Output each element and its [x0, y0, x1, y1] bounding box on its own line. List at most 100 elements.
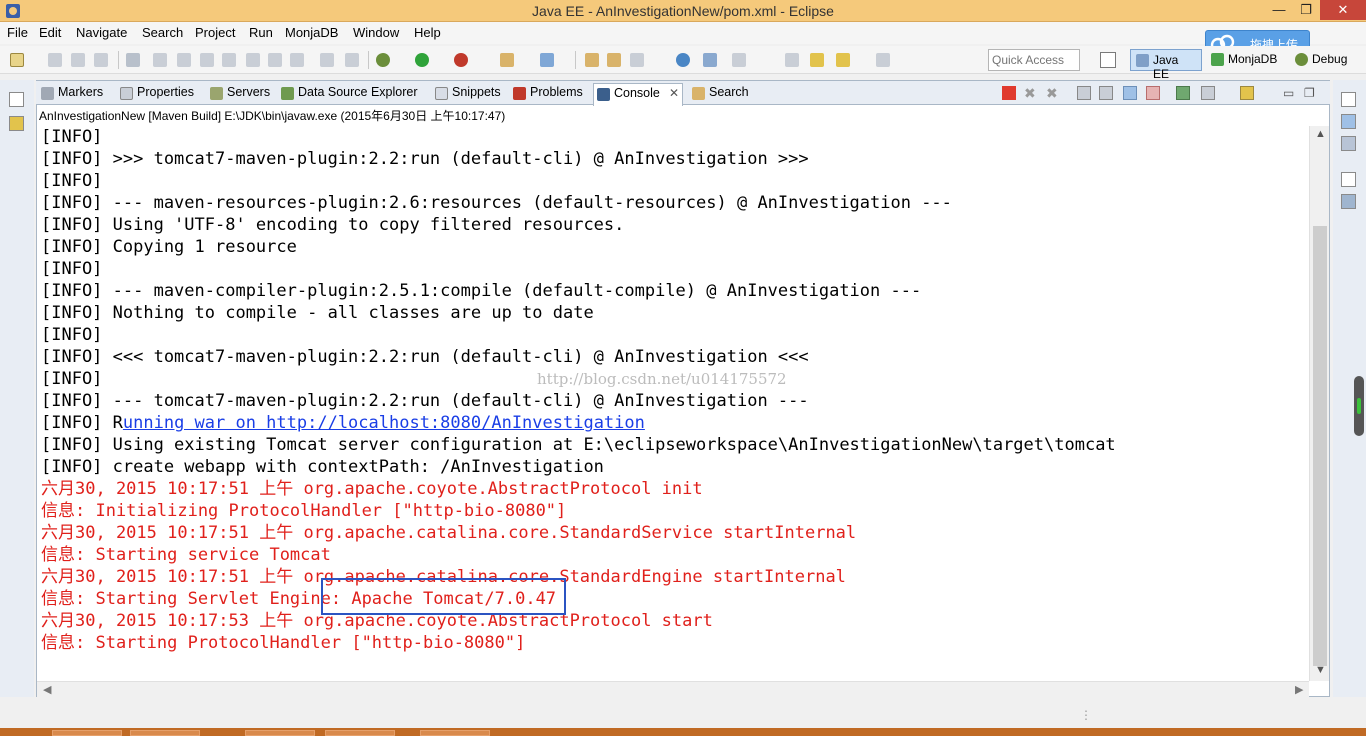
toolbar-separator [118, 51, 119, 69]
show-on-stdout-icon[interactable] [1123, 86, 1137, 100]
pin-console-icon[interactable] [1176, 86, 1190, 100]
open-perspective-icon[interactable] [1100, 52, 1116, 68]
last-edit-icon[interactable] [810, 53, 824, 67]
server-url-link[interactable]: unning war on http://localhost:8080/AnIn… [123, 413, 645, 433]
use-step-filters-icon[interactable] [345, 53, 359, 67]
restore-icon[interactable] [1341, 92, 1356, 107]
tab-markers[interactable]: Markers [38, 83, 103, 104]
horizontal-scrollbar[interactable]: ◀ ▶ [37, 681, 1309, 697]
taskbar-item[interactable] [52, 730, 122, 736]
console-line: [INFO] Running war on http://localhost:8… [41, 413, 645, 433]
run-external-icon[interactable] [454, 53, 468, 67]
maximize-button[interactable]: ❐ [1292, 0, 1320, 20]
package-explorer-icon[interactable] [9, 116, 24, 131]
scroll-left-icon[interactable]: ◀ [43, 683, 51, 696]
terminate-icon[interactable] [1002, 86, 1016, 100]
maximize-view-icon[interactable]: ❐ [1304, 86, 1318, 100]
console-icon [597, 88, 610, 101]
menu-window[interactable]: Window [353, 25, 399, 40]
next-annotation-icon[interactable] [785, 53, 799, 67]
disconnect-icon[interactable] [222, 53, 236, 67]
menu-navigate[interactable]: Navigate [76, 25, 127, 40]
console-line: 信息: Starting ProtocolHandler ["http-bio-… [41, 633, 526, 653]
globe-icon[interactable] [676, 53, 690, 67]
vertical-scrollbar[interactable]: ▲ ▼ [1309, 126, 1329, 681]
suspend-icon[interactable] [177, 53, 191, 67]
outline-icon[interactable] [1341, 114, 1356, 129]
open-console-icon[interactable] [1240, 86, 1254, 100]
menu-project[interactable]: Project [195, 25, 235, 40]
menu-run[interactable]: Run [249, 25, 273, 40]
drop-to-frame-icon[interactable] [320, 53, 334, 67]
scroll-down-icon[interactable]: ▼ [1315, 664, 1326, 676]
tab-snippets[interactable]: Snippets [432, 83, 501, 104]
minimize-view-icon[interactable]: ▭ [1283, 86, 1297, 100]
scroll-thumb[interactable] [1313, 226, 1327, 666]
palette-icon[interactable] [1341, 194, 1356, 209]
close-button[interactable]: ✕ [1320, 0, 1366, 20]
task-list-icon[interactable] [1341, 136, 1356, 151]
tab-problems[interactable]: Problems [510, 83, 583, 104]
quick-access-input[interactable] [988, 49, 1080, 71]
menu-edit[interactable]: Edit [39, 25, 61, 40]
console-output[interactable]: [INFO] [INFO] >>> tomcat7-maven-plugin:2… [37, 126, 1309, 681]
terminate-icon[interactable] [200, 53, 214, 67]
open-type-icon[interactable] [585, 53, 599, 67]
menu-search[interactable]: Search [142, 25, 183, 40]
show-on-stderr-icon[interactable] [1146, 86, 1160, 100]
left-trim-bar [0, 80, 34, 697]
run-icon[interactable] [415, 53, 429, 67]
remove-launch-icon[interactable]: ✖ [1024, 86, 1038, 100]
tab-properties[interactable]: Properties [117, 83, 194, 104]
taskbar-item[interactable] [420, 730, 490, 736]
new-project-icon[interactable] [540, 53, 554, 67]
back-icon[interactable] [836, 53, 850, 67]
save-all-icon[interactable] [71, 53, 85, 67]
taskbar-item[interactable] [245, 730, 315, 736]
close-icon[interactable]: ✕ [669, 86, 679, 100]
tab-search[interactable]: Search [689, 83, 749, 104]
clear-console-icon[interactable] [1077, 86, 1091, 100]
console-line: 信息: Starting service Tomcat [41, 545, 331, 565]
taskbar-item[interactable] [325, 730, 395, 736]
save-icon[interactable] [48, 53, 62, 67]
new-server-icon[interactable] [500, 53, 514, 67]
step-over-icon[interactable] [268, 53, 282, 67]
minimize-button[interactable]: — [1265, 0, 1293, 20]
console-line: 六月30, 2015 10:17:51 上午 org.apache.catali… [41, 523, 857, 543]
step-return-icon[interactable] [290, 53, 304, 67]
display-console-icon[interactable] [1201, 86, 1215, 100]
remove-all-icon[interactable]: ✖ [1046, 86, 1060, 100]
scroll-right-icon[interactable]: ▶ [1295, 683, 1303, 696]
menu-monjadb[interactable]: MonjaDB [285, 25, 338, 40]
resume-icon[interactable] [153, 53, 167, 67]
scroll-lock-icon[interactable] [1099, 86, 1113, 100]
restore-icon[interactable] [9, 92, 24, 107]
toggle-mark-icon[interactable] [703, 53, 717, 67]
new-icon[interactable] [10, 53, 24, 67]
debug-icon[interactable] [376, 53, 390, 67]
step-into-icon[interactable] [246, 53, 260, 67]
perspective-debug[interactable]: Debug [1290, 49, 1360, 71]
search-toolbar-icon[interactable] [630, 53, 644, 67]
monjadb-icon [1211, 53, 1224, 66]
restore-icon[interactable] [1341, 172, 1356, 187]
menu-help[interactable]: Help [414, 25, 441, 40]
markers-icon [41, 87, 54, 100]
tab-data-source-explorer[interactable]: Data Source Explorer [278, 83, 418, 104]
snippets-icon [435, 87, 448, 100]
menu-bar: File Edit Navigate Search Project Run Mo… [0, 22, 1366, 44]
annotation-icon[interactable] [732, 53, 746, 67]
perspective-java-ee[interactable]: Java EE [1130, 49, 1202, 81]
perspective-monjadb[interactable]: MonjaDB [1206, 49, 1288, 71]
taskbar-item[interactable] [130, 730, 200, 736]
skip-breakpoints-icon[interactable] [126, 53, 140, 67]
console-line: [INFO] [41, 127, 103, 147]
open-resource-icon[interactable] [607, 53, 621, 67]
tab-servers[interactable]: Servers [207, 83, 270, 104]
side-handle[interactable] [1354, 376, 1364, 436]
print-icon[interactable] [94, 53, 108, 67]
scroll-up-icon[interactable]: ▲ [1315, 128, 1326, 140]
menu-file[interactable]: File [7, 25, 28, 40]
forward-icon[interactable] [876, 53, 890, 67]
